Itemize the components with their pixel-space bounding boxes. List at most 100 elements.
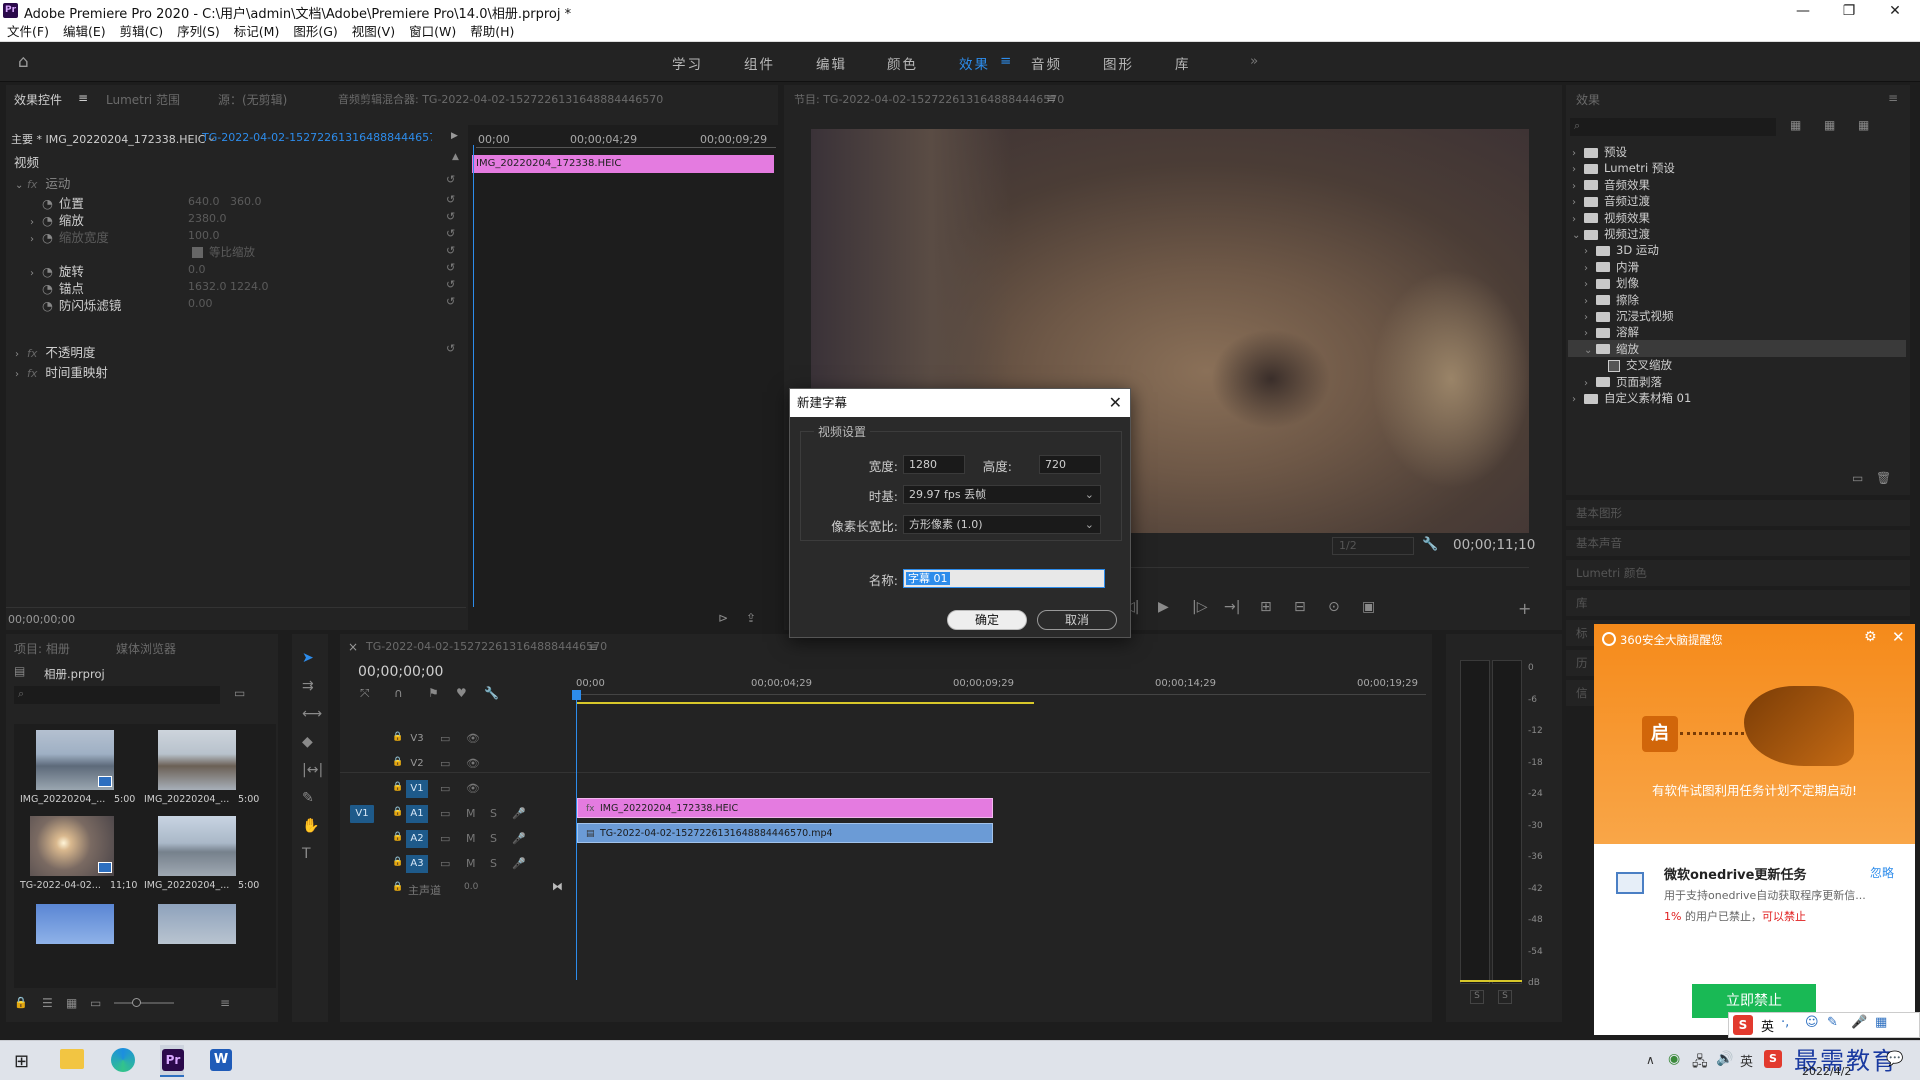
workspace-effects[interactable]: 效果 bbox=[959, 53, 990, 73]
resolution-dropdown[interactable]: 1/2 bbox=[1332, 537, 1414, 555]
effects-tree-item[interactable]: › 音频效果 bbox=[1572, 177, 1650, 194]
effects-tree-item[interactable]: › 视频效果 bbox=[1572, 210, 1650, 227]
solo-right-button[interactable]: S bbox=[1498, 990, 1512, 1004]
menu-edit[interactable]: 编辑(E) bbox=[56, 22, 113, 42]
close-sequence-icon[interactable]: × bbox=[348, 640, 358, 654]
windows-start-icon[interactable]: ⊞ bbox=[14, 1051, 29, 1072]
property-value-1[interactable]: 0.00 bbox=[188, 297, 213, 310]
file-explorer-icon[interactable] bbox=[60, 1049, 84, 1069]
property-value-1[interactable]: 0.0 bbox=[188, 263, 206, 276]
close-button[interactable]: ✕ bbox=[1872, 1, 1918, 21]
effects-tree-item[interactable]: › 沉浸式视频 bbox=[1584, 308, 1674, 325]
effects-tree-item[interactable]: › 预设 bbox=[1572, 144, 1627, 161]
track-lock-icon[interactable]: 🔒 bbox=[392, 807, 403, 817]
work-area-bar[interactable] bbox=[576, 702, 1034, 704]
stopwatch-icon[interactable]: ◔ bbox=[42, 298, 53, 313]
pen-tool-icon[interactable]: ✎ bbox=[302, 790, 314, 806]
track-label-a1[interactable]: A1 bbox=[406, 805, 428, 823]
tab-project[interactable]: 项目: 相册 bbox=[14, 640, 70, 657]
collapsed-panel-header[interactable]: Lumetri 颜色 bbox=[1566, 560, 1910, 586]
thumbnail-5[interactable] bbox=[36, 904, 114, 944]
width-field[interactable]: 1280 bbox=[903, 455, 965, 474]
track-sync-lock-icon[interactable]: ▭ bbox=[440, 782, 450, 795]
collapsed-panel-header[interactable]: 库 bbox=[1566, 590, 1910, 616]
timebase-select[interactable]: 29.97 fps 丢帧 ⌄ bbox=[903, 485, 1101, 504]
menu-help[interactable]: 帮助(H) bbox=[463, 22, 521, 42]
linked-selection-icon[interactable]: ⚑ bbox=[428, 686, 439, 700]
tab-lumetri-scopes[interactable]: Lumetri 范围 bbox=[106, 91, 180, 108]
reset-icon[interactable]: ↺ bbox=[446, 193, 455, 206]
ok-button[interactable]: 确定 bbox=[947, 610, 1027, 630]
workspace-menu-icon[interactable]: ≡ bbox=[1000, 53, 1013, 69]
track-label-v2[interactable]: V2 bbox=[406, 755, 428, 773]
sort-icon[interactable]: ≡ bbox=[220, 996, 230, 1010]
ime-tray-icon[interactable]: 英 bbox=[1740, 1051, 1753, 1070]
menu-graphics[interactable]: 图形(G) bbox=[286, 22, 344, 42]
extract-icon[interactable]: ⊟ bbox=[1294, 599, 1306, 615]
menu-marker[interactable]: 标记(M) bbox=[227, 22, 287, 42]
effects-tree-item[interactable]: › 音频过渡 bbox=[1572, 193, 1650, 210]
property-value-2[interactable]: 1224.0 bbox=[230, 280, 269, 293]
type-tool-icon[interactable]: T bbox=[302, 846, 311, 862]
track-lock-icon[interactable]: 🔒 bbox=[392, 832, 403, 842]
ec-clip-bar[interactable]: IMG_20220204_172338.HEIC bbox=[472, 155, 774, 173]
effects-tree-item[interactable]: › 内滑 bbox=[1584, 259, 1639, 276]
effects-tree-item[interactable]: ⌄ 视频过渡 bbox=[1572, 226, 1650, 243]
reset-icon[interactable]: ↺ bbox=[446, 261, 455, 274]
menu-view[interactable]: 视图(V) bbox=[345, 22, 402, 42]
track-lock-icon[interactable]: 🔒 bbox=[392, 782, 403, 792]
add-marker-icon[interactable]: ♥ bbox=[456, 686, 467, 700]
master-lock-icon[interactable]: 🔒 bbox=[392, 882, 403, 892]
menu-sequence[interactable]: 序列(S) bbox=[170, 22, 227, 42]
track-lock-icon[interactable]: 🔒 bbox=[392, 757, 403, 767]
compare-icon[interactable]: ▣ bbox=[1362, 599, 1375, 615]
popup-close-icon[interactable]: ✕ bbox=[1892, 628, 1905, 646]
track-sync-lock-icon[interactable]: ▭ bbox=[440, 757, 450, 770]
track-solo-button[interactable]: S bbox=[490, 832, 497, 845]
settings-wrench-icon[interactable]: 🔧 bbox=[1422, 537, 1438, 552]
punctuation-icon[interactable]: ·, bbox=[1781, 1015, 1789, 1030]
stopwatch-icon[interactable]: ◔ bbox=[42, 196, 53, 211]
collapsed-panel-header[interactable]: 基本图形 bbox=[1566, 500, 1910, 526]
sogou-icon[interactable]: S bbox=[1733, 1015, 1753, 1035]
track-label-v1[interactable]: V1 bbox=[406, 780, 428, 798]
stopwatch-icon[interactable]: ◔ bbox=[42, 213, 53, 228]
reset-icon[interactable]: ↺ bbox=[446, 210, 455, 223]
workspace-learn[interactable]: 学习 bbox=[672, 53, 703, 73]
360-tray-icon[interactable]: ◉ bbox=[1668, 1051, 1680, 1067]
thumbnail-4[interactable] bbox=[158, 816, 236, 876]
track-label-a2[interactable]: A2 bbox=[406, 830, 428, 848]
track-sync-lock-icon[interactable]: ▭ bbox=[440, 832, 450, 845]
play-icon[interactable]: ▶ bbox=[1158, 599, 1169, 615]
effects-tree-item[interactable]: › 3D 运动 bbox=[1584, 242, 1659, 259]
ec-playhead[interactable] bbox=[473, 145, 474, 607]
reset-icon[interactable]: ↺ bbox=[446, 244, 455, 257]
workspace-editing[interactable]: 编辑 bbox=[816, 53, 847, 73]
selection-tool-icon[interactable]: ➤ bbox=[302, 650, 314, 666]
stat-link[interactable]: 可以禁止 bbox=[1762, 910, 1806, 923]
zoom-slider-handle[interactable] bbox=[132, 998, 141, 1007]
emoji-icon[interactable]: ☺ bbox=[1805, 1015, 1819, 1030]
effects-tree-item[interactable]: › 自定义素材箱 01 bbox=[1572, 390, 1691, 407]
clip-v2[interactable]: fx IMG_20220204_172338.HEIC bbox=[577, 798, 993, 818]
menu-clip[interactable]: 剪辑(C) bbox=[113, 22, 170, 42]
ime-lang[interactable]: 英 bbox=[1761, 1016, 1774, 1035]
tab-media-browser[interactable]: 媒体浏览器 bbox=[116, 640, 176, 657]
property-value-1[interactable]: 100.0 bbox=[188, 229, 220, 242]
32bit-effects-icon[interactable]: ▦ bbox=[1824, 118, 1835, 132]
track-sync-lock-icon[interactable]: ▭ bbox=[440, 857, 450, 870]
go-to-end-icon[interactable]: ⧓ bbox=[552, 880, 563, 893]
stopwatch-icon[interactable]: ◔ bbox=[42, 281, 53, 296]
scroll-up-icon[interactable]: ▲ bbox=[452, 152, 459, 169]
effects-tree-item[interactable]: 交叉缩放 bbox=[1596, 357, 1672, 374]
more-workspaces-icon[interactable]: » bbox=[1250, 53, 1260, 69]
nest-icon[interactable]: ⤧ bbox=[360, 686, 370, 701]
name-input[interactable]: 字幕 01 bbox=[903, 569, 1105, 588]
notification-icon[interactable]: 💬 bbox=[1886, 1051, 1903, 1067]
timeline-ruler[interactable]: 00;00 00;00;04;29 00;00;09;29 00;00;14;2… bbox=[576, 674, 1426, 710]
sequence-clip-dropdown[interactable]: TG-2022-04-02-152722613164888444657... bbox=[202, 131, 432, 148]
play-only-icon[interactable]: ▶ bbox=[451, 131, 458, 148]
popup-settings-icon[interactable]: ⚙ bbox=[1864, 629, 1877, 645]
workspace-libraries[interactable]: 库 bbox=[1175, 53, 1191, 73]
maximize-button[interactable]: ❐ bbox=[1826, 1, 1872, 21]
